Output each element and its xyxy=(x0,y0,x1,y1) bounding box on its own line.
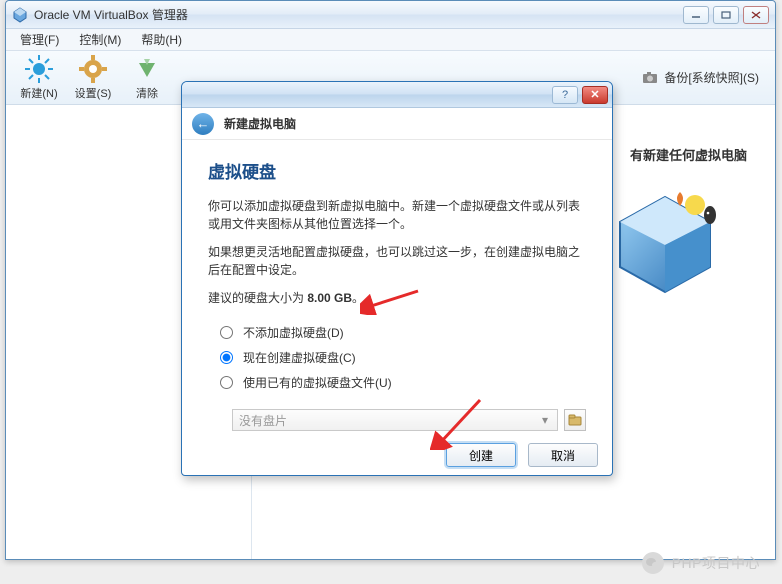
radio-no-disk[interactable]: 不添加虚拟硬盘(D) xyxy=(220,320,586,345)
browse-disk-button[interactable] xyxy=(564,409,586,431)
dialog-section-title: 虚拟硬盘 xyxy=(208,158,586,183)
menu-control[interactable]: 控制(M) xyxy=(69,29,131,50)
discard-button[interactable]: 清除 xyxy=(120,54,174,102)
existing-disk-row: 没有盘片 ▾ xyxy=(232,409,586,431)
create-button[interactable]: 创建 xyxy=(446,443,516,467)
virtualbox-logo xyxy=(610,187,720,297)
window-controls xyxy=(683,6,769,24)
window-title: Oracle VM VirtualBox 管理器 xyxy=(34,6,683,23)
toolbar-snapshot-area[interactable]: 备份[系统快照](S) xyxy=(642,69,769,86)
watermark-text: PHP项目中心 xyxy=(672,553,760,573)
create-vm-dialog: ? ✕ ← 新建虚拟电脑 虚拟硬盘 你可以添加虚拟硬盘到新虚拟电脑中。新建一个虚… xyxy=(181,81,613,476)
menubar: 管理(F) 控制(M) 帮助(H) xyxy=(6,29,775,51)
recommend-prefix: 建议的硬盘大小为 xyxy=(208,291,307,305)
menu-help[interactable]: 帮助(H) xyxy=(131,29,192,50)
disk-dropdown: 没有盘片 ▾ xyxy=(232,409,558,431)
radio-no-disk-label: 不添加虚拟硬盘(D) xyxy=(243,324,344,341)
dialog-footer: 创建 取消 xyxy=(182,435,612,475)
titlebar: Oracle VM VirtualBox 管理器 xyxy=(6,1,775,29)
dialog-para1: 你可以添加虚拟硬盘到新虚拟电脑中。新建一个虚拟硬盘文件或从列表或用文件夹图标从其… xyxy=(208,197,586,233)
dialog-body: 虚拟硬盘 你可以添加虚拟硬盘到新虚拟电脑中。新建一个虚拟硬盘文件或从列表或用文件… xyxy=(182,140,612,443)
discard-icon xyxy=(133,55,161,83)
discard-label: 清除 xyxy=(136,85,158,101)
radio-use-existing[interactable]: 使用已有的虚拟硬盘文件(U) xyxy=(220,370,586,395)
radio-group: 不添加虚拟硬盘(D) 现在创建虚拟硬盘(C) 使用已有的虚拟硬盘文件(U) xyxy=(220,320,586,395)
dialog-para2: 如果想更灵活地配置虚拟硬盘，也可以跳过这一步，在创建虚拟电脑之后在配置中设定。 xyxy=(208,243,586,279)
camera-icon xyxy=(642,70,658,86)
window-close-button[interactable] xyxy=(743,6,769,24)
radio-create-disk-input[interactable] xyxy=(220,351,233,364)
dialog-help-button[interactable]: ? xyxy=(552,86,578,104)
recommend-size: 8.00 GB xyxy=(307,291,352,305)
watermark: PHP项目中心 xyxy=(642,552,760,574)
dialog-header: ← 新建虚拟电脑 xyxy=(182,108,612,140)
radio-create-disk[interactable]: 现在创建虚拟硬盘(C) xyxy=(220,345,586,370)
radio-no-disk-input[interactable] xyxy=(220,326,233,339)
empty-message: 有新建任何虚拟电脑 xyxy=(630,145,747,164)
back-icon[interactable]: ← xyxy=(192,113,214,135)
sun-icon xyxy=(25,55,53,83)
dialog-close-button[interactable]: ✕ xyxy=(582,86,608,104)
radio-create-disk-label: 现在创建虚拟硬盘(C) xyxy=(243,349,356,366)
new-label: 新建(N) xyxy=(20,85,57,101)
gear-icon xyxy=(79,55,107,83)
settings-label: 设置(S) xyxy=(75,85,112,101)
chevron-down-icon: ▾ xyxy=(537,413,553,427)
dialog-header-title: 新建虚拟电脑 xyxy=(224,115,296,132)
new-button[interactable]: 新建(N) xyxy=(12,54,66,102)
wechat-icon xyxy=(642,552,664,574)
menu-manage[interactable]: 管理(F) xyxy=(10,29,69,50)
snapshot-label: 备份[系统快照](S) xyxy=(664,69,759,86)
settings-button[interactable]: 设置(S) xyxy=(66,54,120,102)
disk-dropdown-text: 没有盘片 xyxy=(239,412,287,429)
maximize-button[interactable] xyxy=(713,6,739,24)
cancel-button[interactable]: 取消 xyxy=(528,443,598,467)
recommend-suffix: 。 xyxy=(352,291,364,305)
minimize-button[interactable] xyxy=(683,6,709,24)
radio-use-existing-input[interactable] xyxy=(220,376,233,389)
radio-use-existing-label: 使用已有的虚拟硬盘文件(U) xyxy=(243,374,392,391)
app-icon xyxy=(12,7,28,23)
dialog-titlebar[interactable]: ? ✕ xyxy=(182,82,612,108)
dialog-recommend: 建议的硬盘大小为 8.00 GB。 xyxy=(208,289,586,306)
